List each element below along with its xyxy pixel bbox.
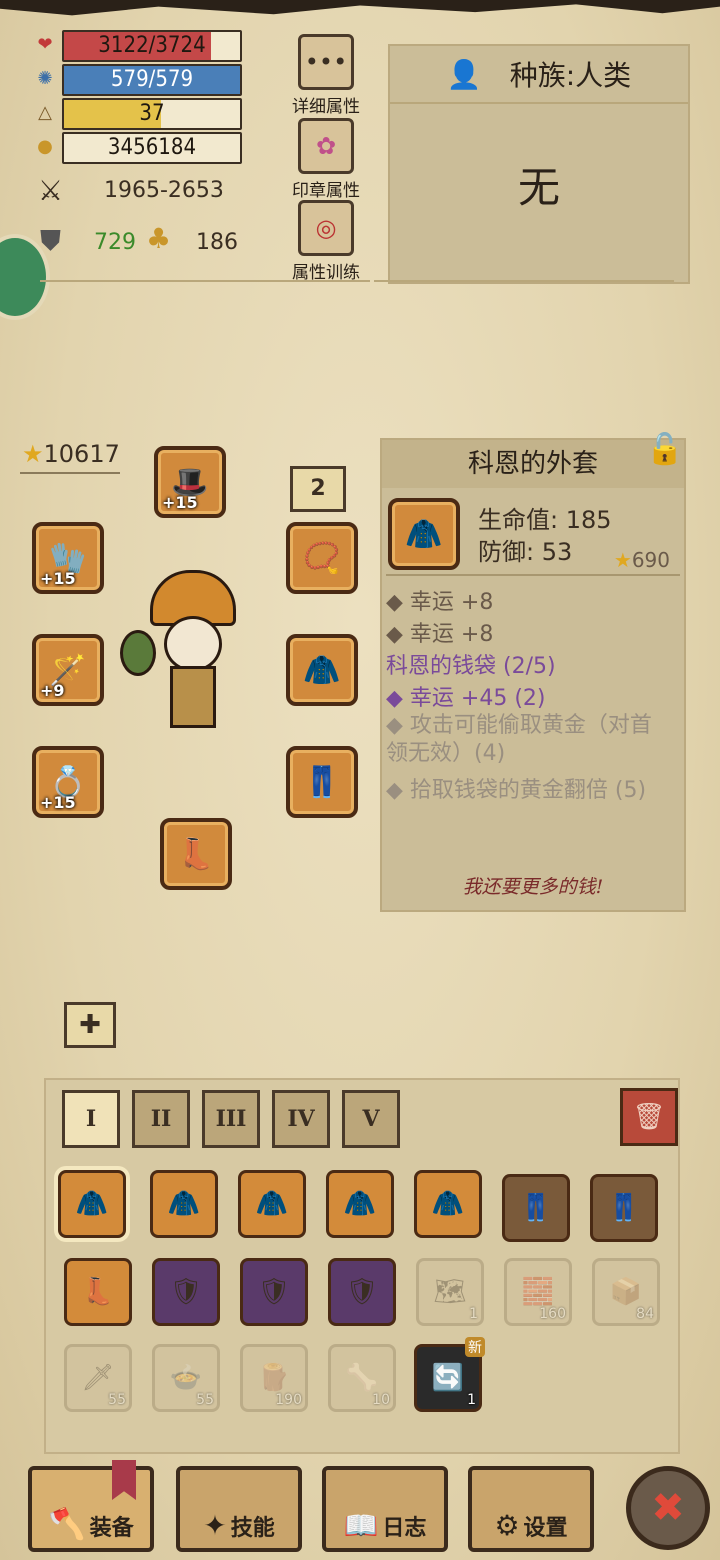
- divider-left: [40, 280, 370, 282]
- character-avatar: [120, 570, 250, 740]
- inventory-slot[interactable]: 📦 84: [592, 1258, 660, 1326]
- item-quote: 我还要更多的钱!: [462, 876, 604, 898]
- level-row: △ 37: [34, 98, 244, 130]
- item-stat-2: ◆ 幸运 +8: [386, 622, 494, 647]
- inventory-slot[interactable]: 🧥: [414, 1170, 482, 1238]
- inventory-slot[interactable]: 🛡: [240, 1258, 308, 1326]
- close-button[interactable]: ✖: [626, 1466, 710, 1550]
- book-icon: 📖: [343, 1509, 379, 1542]
- inventory-slot[interactable]: 🛡: [328, 1258, 396, 1326]
- gold-bar: 3456184: [62, 132, 242, 164]
- line: [20, 472, 120, 474]
- inventory-slot[interactable]: 🛡: [152, 1258, 220, 1326]
- attribute-training-button[interactable]: ◎ 属性训练: [290, 200, 362, 283]
- item-detail-panel: 科恩的外套 🧥 生命值: 185 防御: 53 ★690 ◆ 幸运 +8 ◆ 幸…: [380, 438, 686, 912]
- person-icon: 👤: [446, 57, 482, 91]
- close-icon: ✖: [651, 1485, 685, 1531]
- inventory-slot[interactable]: 🔄 1 新: [414, 1337, 485, 1412]
- star-icon: ★: [613, 548, 632, 572]
- divider-right: [374, 280, 674, 282]
- hp-text: 3122/3724: [98, 33, 206, 58]
- inventory-slot[interactable]: 🧥: [150, 1170, 218, 1238]
- hp-row: ❤ 3122/3724: [34, 30, 244, 62]
- trash-button[interactable]: 🗑: [620, 1088, 678, 1146]
- star-icon: ★: [22, 440, 44, 468]
- gear-score: ★10617: [22, 440, 120, 468]
- equip-slot-gloves[interactable]: 🧤 +15: [32, 522, 104, 594]
- set-name: 科恩的钱袋 (2/5): [386, 654, 556, 679]
- inventory-slot[interactable]: 🗺 1: [416, 1258, 484, 1326]
- mp-bar: 579/579: [62, 64, 242, 96]
- level-bar: 37: [62, 98, 242, 130]
- attack-value: 1965-2653: [104, 178, 224, 203]
- item-divider: [386, 574, 680, 576]
- gear-icon: ⚙: [494, 1509, 520, 1542]
- new-badge: 新: [465, 1337, 485, 1357]
- tab-3[interactable]: III: [202, 1090, 260, 1148]
- axe-icon: 🪓: [48, 1507, 86, 1542]
- gear-icon: ✺: [37, 68, 53, 89]
- tab-4[interactable]: IV: [272, 1090, 330, 1148]
- inventory-slot[interactable]: 🧥: [238, 1170, 306, 1238]
- item-score: ★690: [613, 548, 670, 572]
- race-title: 种族:人类: [509, 59, 632, 92]
- nav-log-button[interactable]: 📖 日志: [322, 1466, 448, 1552]
- inventory-slot[interactable]: 🪵 190: [240, 1344, 308, 1412]
- unlock-icon[interactable]: 🔓: [646, 432, 683, 467]
- gold-text: 3456184: [107, 135, 197, 160]
- hp-bar: 3122/3724: [62, 30, 242, 62]
- equip-slot-ring[interactable]: 💍 +15: [32, 746, 104, 818]
- tab-2[interactable]: II: [132, 1090, 190, 1148]
- race-panel: 👤 种族:人类 无: [388, 44, 690, 284]
- gold-row: ● 3456184: [34, 132, 244, 164]
- nav-skill-button[interactable]: ✦ 技能: [176, 1466, 302, 1552]
- item-hp: 生命值: 185: [478, 506, 612, 534]
- mp-text: 579/579: [110, 67, 194, 92]
- target-icon: ◎: [298, 200, 354, 256]
- race-header: 👤 种族:人类: [390, 46, 688, 104]
- page-badge[interactable]: 2: [290, 466, 346, 512]
- skill-icon: ✦: [203, 1509, 227, 1542]
- flower-icon: ✿: [298, 118, 354, 174]
- swords-icon: ⚔: [38, 174, 64, 207]
- equip-slot-weapon[interactable]: 🪄 +9: [32, 634, 104, 706]
- inventory-slot[interactable]: 🍲 55: [152, 1344, 220, 1412]
- inventory-slot[interactable]: 🦴 10: [328, 1344, 396, 1412]
- dpad-button[interactable]: ✚: [64, 1002, 116, 1048]
- set-bonus-3: ◆ 拾取钱袋的黄金翻倍 (5): [386, 778, 647, 803]
- luck-icon: ♣: [146, 222, 172, 255]
- equip-slot-armor[interactable]: 🧥: [286, 634, 358, 706]
- inventory-slot[interactable]: 👖: [590, 1174, 658, 1242]
- race-value: 无: [517, 163, 560, 212]
- heart-icon: ❤: [37, 34, 53, 55]
- set-bonus-1: ◆ 幸运 +45 (2): [386, 686, 546, 711]
- mp-row: ✺ 579/579: [34, 64, 244, 96]
- equip-slot-boots[interactable]: 👢: [160, 818, 232, 890]
- item-stat-1: ◆ 幸运 +8: [386, 590, 494, 615]
- defense-value: 729: [94, 230, 136, 255]
- luck-value: 186: [196, 230, 238, 255]
- nav-settings-button[interactable]: ⚙ 设置: [468, 1466, 594, 1552]
- inventory-slot[interactable]: 👢: [64, 1258, 132, 1326]
- detail-attributes-button[interactable]: ••• 详细属性: [290, 34, 362, 117]
- tab-1[interactable]: I: [62, 1090, 120, 1148]
- gold-icon: ●: [37, 136, 53, 157]
- equip-slot-pants[interactable]: 👖: [286, 746, 358, 818]
- item-def: 防御: 53: [478, 538, 573, 566]
- inventory-slot[interactable]: 🧥: [58, 1170, 126, 1238]
- equip-slot-hat[interactable]: 🎩 +15: [154, 446, 226, 518]
- inventory-slot[interactable]: 🧥: [326, 1170, 394, 1238]
- item-icon: 🧥: [388, 498, 460, 570]
- inventory-slot[interactable]: 🧱 160: [504, 1258, 572, 1326]
- inventory-slot[interactable]: 🗡 55: [64, 1344, 132, 1412]
- level-text: 37: [139, 101, 165, 126]
- set-bonus-2: ◆ 攻击可能偷取黄金（对首领无效）(4): [386, 713, 652, 766]
- tab-5[interactable]: V: [342, 1090, 400, 1148]
- triangle-icon: △: [38, 102, 52, 123]
- equip-slot-amulet[interactable]: 📿: [286, 522, 358, 594]
- item-name: 科恩的外套: [382, 440, 684, 488]
- seal-attributes-button[interactable]: ✿ 印章属性: [290, 118, 362, 201]
- dots-icon: •••: [298, 34, 354, 90]
- inventory-slot[interactable]: 👖: [502, 1174, 570, 1242]
